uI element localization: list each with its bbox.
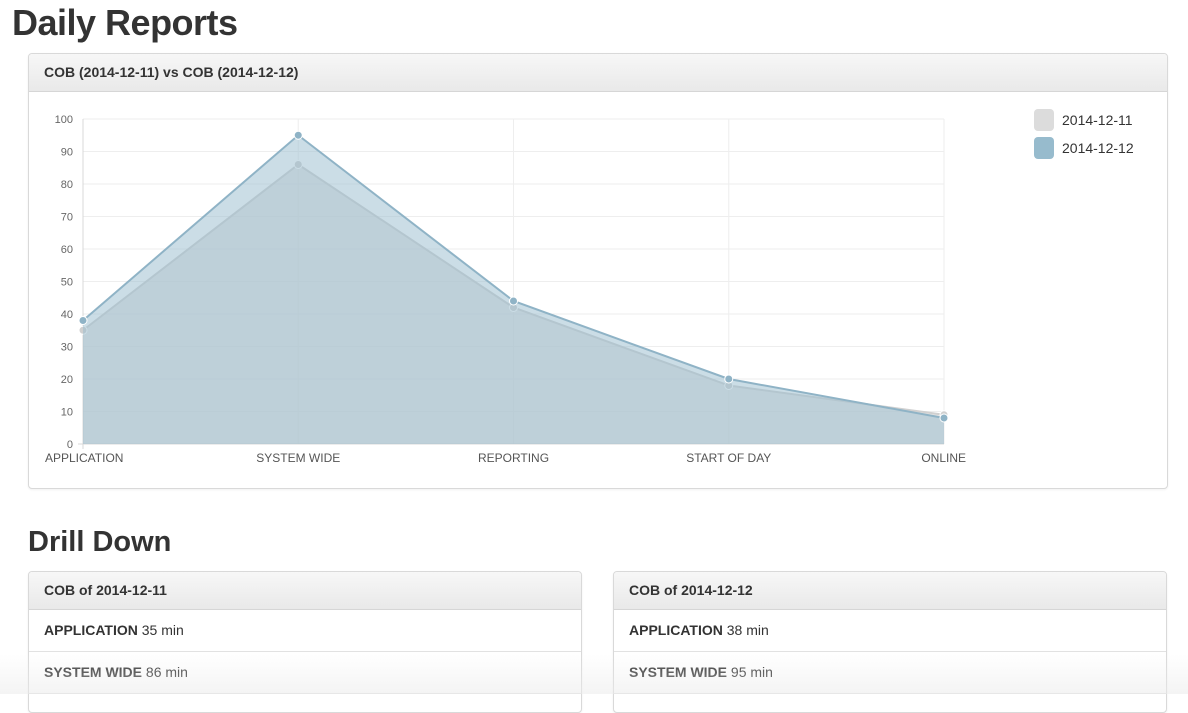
legend-swatch-series-2 xyxy=(1034,137,1054,159)
legend-item-series-2: 2014-12-12 xyxy=(1034,134,1134,162)
x-tick-label: SYSTEM WIDE xyxy=(256,451,340,465)
drilldown-row-label: APPLICATION xyxy=(44,622,138,638)
y-tick-label: 20 xyxy=(61,374,73,386)
y-tick-label: 90 xyxy=(61,147,73,159)
drilldown-panel-2014-12-11: COB of 2014-12-11 APPLICATION 35 min SYS… xyxy=(28,571,582,713)
series-point-2 xyxy=(724,374,734,384)
series-point-2 xyxy=(78,316,88,325)
legend-label-series-1: 2014-12-11 xyxy=(1062,112,1133,128)
chart-panel-heading: COB (2014-12-11) vs COB (2014-12-12) xyxy=(29,54,1167,92)
y-tick-label: 100 xyxy=(55,114,73,126)
y-tick-label: 10 xyxy=(61,407,73,419)
x-tick-label: START OF DAY xyxy=(686,451,771,465)
drilldown-panel-heading: COB of 2014-12-12 xyxy=(614,572,1166,610)
series-point-2 xyxy=(939,413,949,423)
drilldown-row: SYSTEM WIDE 86 min xyxy=(29,652,581,694)
drilldown-row-value: 95 min xyxy=(730,664,773,680)
y-tick-label: 50 xyxy=(61,277,73,289)
drilldown-row-label: SYSTEM WIDE xyxy=(629,664,728,680)
drilldown-title: Drill Down xyxy=(28,526,172,558)
legend-item-series-1: 2014-12-11 xyxy=(1034,106,1134,134)
drilldown-row-value: 38 min xyxy=(726,622,769,638)
chart-panel: COB (2014-12-11) vs COB (2014-12-12) 0 10… xyxy=(28,53,1168,489)
y-tick-label: 70 xyxy=(61,212,73,224)
series-point-2 xyxy=(509,296,518,306)
x-tick-label: APPLICATION xyxy=(45,451,123,465)
page-title: Daily Reports xyxy=(12,2,238,43)
drilldown-row: SYSTEM WIDE 95 min xyxy=(614,652,1166,694)
drilldown-row-label: SYSTEM WIDE xyxy=(44,664,143,680)
drilldown-row-label: APPLICATION xyxy=(629,622,723,638)
drilldown-row-value: 86 min xyxy=(145,664,188,680)
area-chart: 0 10 20 30 40 50 60 70 80 90 100 APPLICATION SYSTEM … xyxy=(45,114,966,465)
drilldown-row-value: 35 min xyxy=(141,622,184,638)
legend-label-series-2: 2014-12-12 xyxy=(1062,140,1134,156)
y-tick-label: 60 xyxy=(61,244,73,256)
y-tick-label: 40 xyxy=(61,309,73,321)
y-tick-label: 80 xyxy=(61,179,73,191)
x-tick-label: ONLINE xyxy=(921,451,966,465)
drilldown-panel-2014-12-12: COB of 2014-12-12 APPLICATION 38 min SYS… xyxy=(613,571,1167,713)
chart-legend: 2014-12-11 2014-12-12 xyxy=(1034,106,1134,162)
x-tick-label: REPORTING xyxy=(478,451,549,465)
legend-swatch-series-1 xyxy=(1034,109,1054,131)
drilldown-panel-heading: COB of 2014-12-11 xyxy=(29,572,581,610)
y-tick-label: 0 xyxy=(67,439,73,451)
y-tick-label: 30 xyxy=(61,342,73,354)
drilldown-row: APPLICATION 35 min xyxy=(29,610,581,652)
series-point-2 xyxy=(293,130,303,140)
drilldown-row: APPLICATION 38 min xyxy=(614,610,1166,652)
